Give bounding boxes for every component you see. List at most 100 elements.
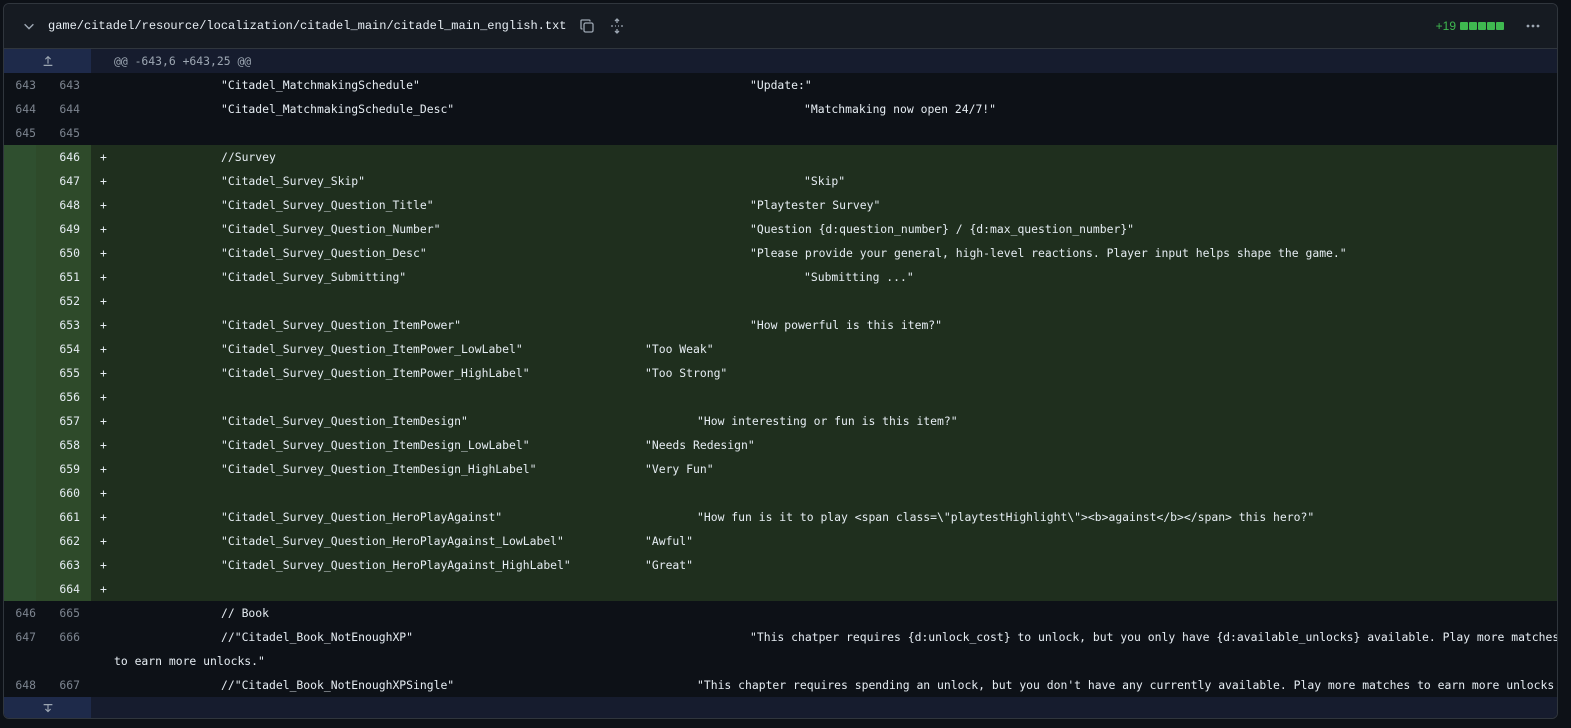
new-line-number[interactable]: 653 (49, 313, 80, 337)
expand-down-icon[interactable] (4, 697, 91, 718)
new-line-number[interactable]: 650 (49, 241, 80, 265)
old-line-number[interactable] (4, 433, 36, 457)
diff-line-added: 662 + "Citadel_Survey_Question_HeroPlayAga… (4, 529, 1557, 553)
diff-line-added: 657 + "Citadel_Survey_Question_ItemDesign"… (4, 409, 1557, 433)
old-line-number[interactable]: 644 (4, 97, 36, 121)
old-line-number[interactable]: 648 (4, 673, 36, 697)
diff-line-added: 646 + //Survey (4, 145, 1557, 169)
diff-line-added: 654 + "Citadel_Survey_Question_ItemPower_L… (4, 337, 1557, 361)
localization-value: "Matchmaking now open 24/7!" (804, 102, 997, 116)
diffstat-block (1469, 22, 1477, 30)
diff-line-added: 655 + "Citadel_Survey_Question_ItemPower_H… (4, 361, 1557, 385)
diff-sign: + (100, 462, 107, 476)
localization-value-wrap: to earn more unlocks." (114, 654, 265, 668)
old-line-number[interactable]: 643 (4, 73, 36, 97)
old-line-number[interactable]: 646 (4, 601, 36, 625)
old-line-number[interactable] (4, 265, 36, 289)
diff-line-added: 660 + (4, 481, 1557, 505)
old-line-number[interactable] (4, 241, 36, 265)
new-line-number[interactable]: 667 (49, 673, 80, 697)
diff-line-context: 645 645 (4, 121, 1557, 145)
new-line-number[interactable]: 664 (49, 577, 80, 601)
localization-key: "Citadel_Survey_Question_ItemDesign_LowL… (221, 438, 530, 452)
localization-key: "Citadel_Survey_Question_Title" (221, 198, 434, 212)
new-line-number[interactable]: 661 (49, 505, 80, 529)
old-line-number[interactable] (4, 553, 36, 577)
localization-value: "Skip" (804, 174, 846, 188)
old-line-number[interactable] (4, 481, 36, 505)
new-line-number[interactable]: 646 (49, 145, 80, 169)
old-line-number[interactable]: 645 (4, 121, 36, 145)
diff-line-added: 661 + "Citadel_Survey_Question_HeroPlayAga… (4, 505, 1557, 529)
new-line-number[interactable]: 655 (49, 361, 80, 385)
old-line-number[interactable] (4, 505, 36, 529)
kebab-horizontal-icon[interactable] (1523, 16, 1543, 36)
old-line-number[interactable] (4, 313, 36, 337)
old-line-number[interactable] (4, 457, 36, 481)
diff-line-added: 658 + "Citadel_Survey_Question_ItemDesign_… (4, 433, 1557, 457)
diff-line-context: 648 667 //"Citadel_Book_NotEnoughXPSingle"… (4, 673, 1557, 697)
localization-key: "Citadel_Survey_Question_Desc" (221, 246, 427, 260)
new-line-number[interactable]: 666 (49, 625, 80, 673)
diff-sign: + (100, 438, 107, 452)
diff-sign: + (100, 246, 107, 260)
new-line-number[interactable]: 643 (49, 73, 80, 97)
old-line-number[interactable] (4, 217, 36, 241)
diff-sign: + (100, 150, 107, 164)
new-line-number[interactable]: 656 (49, 385, 80, 409)
diff-sign: + (100, 510, 107, 524)
new-line-number[interactable]: 659 (49, 457, 80, 481)
localization-key: "Citadel_Survey_Skip" (221, 174, 366, 188)
old-line-number[interactable] (4, 289, 36, 313)
diff-line-added: 651 + "Citadel_Survey_Submitting" "Submitti… (4, 265, 1557, 289)
hunk-header: @@ -643,6 +643,25 @@ (4, 49, 1557, 73)
old-line-number[interactable] (4, 145, 36, 169)
old-line-number[interactable] (4, 361, 36, 385)
copy-icon[interactable] (578, 17, 596, 35)
new-line-number[interactable]: 647 (49, 169, 80, 193)
old-line-number[interactable] (4, 529, 36, 553)
old-line-number[interactable] (4, 337, 36, 361)
localization-key: "Citadel_Survey_Question_ItemPower" (221, 318, 462, 332)
diff-line-added: 663 + "Citadel_Survey_Question_HeroPlayAga… (4, 553, 1557, 577)
localization-key: "Citadel_MatchmakingSchedule" (221, 78, 420, 92)
old-line-number[interactable] (4, 385, 36, 409)
hunk-footer (4, 697, 1557, 718)
new-line-number[interactable]: 660 (49, 481, 80, 505)
unfold-icon[interactable] (608, 17, 626, 35)
chevron-down-icon[interactable] (19, 16, 39, 36)
new-line-number[interactable]: 654 (49, 337, 80, 361)
old-line-number[interactable] (4, 169, 36, 193)
new-line-number[interactable]: 657 (49, 409, 80, 433)
new-line-number[interactable]: 651 (49, 265, 80, 289)
localization-value: "Question {d:question_number} / {d:max_q… (750, 222, 1135, 236)
new-line-number[interactable]: 645 (49, 121, 80, 145)
diff-sign: + (100, 342, 107, 356)
diff-line-added: 648 + "Citadel_Survey_Question_Title" "Play… (4, 193, 1557, 217)
localization-key: "Citadel_Survey_Question_ItemPower_HighL… (221, 366, 530, 380)
new-line-number[interactable]: 658 (49, 433, 80, 457)
localization-key: "Citadel_Survey_Question_HeroPlayAgainst… (221, 534, 564, 548)
old-line-number[interactable] (4, 193, 36, 217)
old-line-number[interactable] (4, 409, 36, 433)
diff-sign: + (100, 534, 107, 548)
diffstat-block (1478, 22, 1486, 30)
new-line-number[interactable]: 648 (49, 193, 80, 217)
diff-file-container: game/citadel/resource/localization/citad… (3, 3, 1558, 719)
new-line-number[interactable]: 649 (49, 217, 80, 241)
localization-value: "Too Weak" (645, 342, 714, 356)
new-line-number[interactable]: 663 (49, 553, 80, 577)
old-line-number[interactable]: 647 (4, 625, 36, 673)
expand-up-icon[interactable] (4, 49, 91, 73)
new-line-number[interactable]: 662 (49, 529, 80, 553)
new-line-number[interactable]: 644 (49, 97, 80, 121)
old-line-number[interactable] (4, 577, 36, 601)
new-line-number[interactable]: 665 (49, 601, 80, 625)
localization-key: "Citadel_Survey_Question_ItemPower_LowLa… (221, 342, 523, 356)
localization-key: "Citadel_Survey_Question_Number" (221, 222, 441, 236)
new-line-number[interactable]: 652 (49, 289, 80, 313)
file-path[interactable]: game/citadel/resource/localization/citad… (48, 19, 566, 33)
localization-key: "Citadel_Survey_Question_HeroPlayAgainst… (221, 510, 503, 524)
diff-sign: + (100, 270, 107, 284)
localization-key: //"Citadel_Book_NotEnoughXP" (221, 630, 414, 644)
